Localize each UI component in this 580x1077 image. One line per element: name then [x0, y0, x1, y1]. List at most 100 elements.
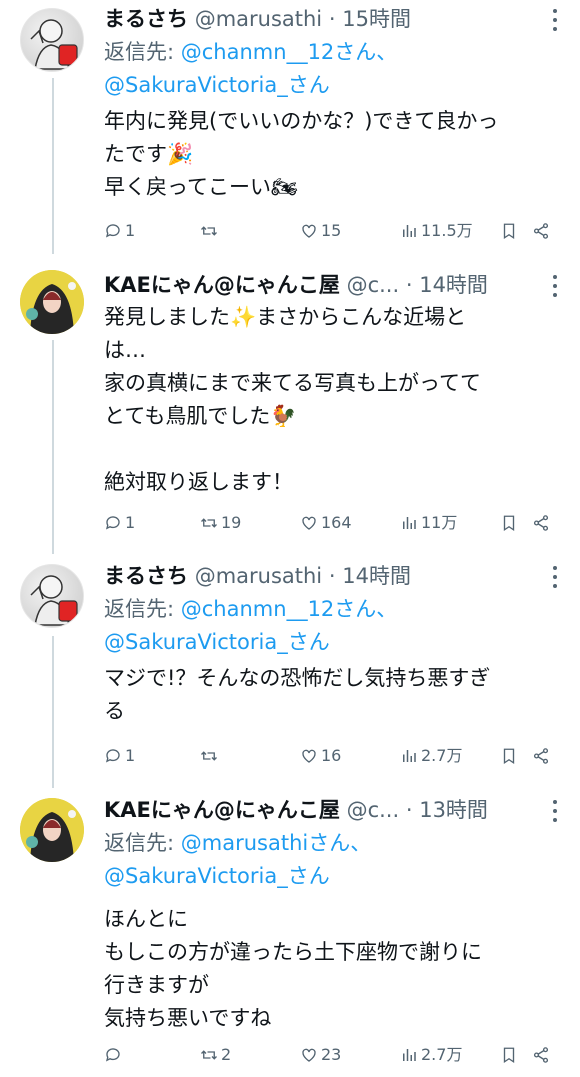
tweet-header: まるさち @marusathi · 14時間	[104, 560, 566, 592]
display-name[interactable]: まるさち	[104, 564, 188, 588]
view-count: 11.5万	[421, 221, 473, 240]
more-options-icon[interactable]	[552, 566, 558, 588]
more-options-icon[interactable]	[552, 275, 558, 297]
retweet-icon	[201, 518, 217, 528]
like-button[interactable]: 23	[300, 1043, 341, 1067]
display-name[interactable]: KAEにゃん@にゃんこ屋	[104, 798, 340, 822]
tweet-text: ほんとに もしこの方が違ったら土下座物で謝りに 行きますが 気持ち悪いですね	[104, 907, 482, 1030]
bookmark-button[interactable]	[500, 744, 518, 768]
tweet-actions: 1 19 164 11万	[104, 511, 564, 535]
views-button[interactable]: 11.5万	[400, 219, 473, 243]
tweet[interactable]: KAEにゃん@にゃんこ屋 @c... · 14時間 発見しました✨まさからこんな…	[0, 266, 580, 552]
tweet-actions: 1 15 11.5万	[104, 219, 564, 243]
views-icon	[403, 517, 416, 529]
timestamp[interactable]: 14時間	[342, 564, 411, 588]
retweet-icon	[201, 226, 217, 236]
retweet-button[interactable]: 2	[200, 1043, 231, 1067]
heart-icon	[302, 224, 316, 238]
bookmark-button[interactable]	[500, 219, 518, 243]
reply-button[interactable]: 1	[104, 219, 135, 243]
mention-link[interactable]: @chanmn__12さん、	[181, 40, 398, 64]
reply-count: 1	[125, 513, 136, 532]
marusathi-avatar-image	[30, 575, 78, 626]
retweet-button[interactable]	[200, 744, 221, 768]
bookmark-button[interactable]	[500, 1043, 518, 1067]
reply-to: 返信先: @chanmn__12さん、 @SakuraVictoria_さん	[104, 593, 566, 659]
separator-dot: ·	[328, 564, 336, 588]
view-count: 2.7万	[421, 746, 463, 765]
mention-link[interactable]: @chanmn__12さん、	[181, 597, 398, 621]
reply-count: 1	[125, 221, 136, 240]
tweet[interactable]: まるさち @marusathi · 14時間 返信先: @chanmn__12さ…	[0, 560, 580, 780]
tweet-header: まるさち @marusathi · 15時間	[104, 3, 566, 35]
timestamp[interactable]: 14時間	[419, 273, 488, 297]
heart-icon	[302, 749, 316, 763]
bookmark-icon	[503, 515, 515, 532]
like-button[interactable]: 15	[300, 219, 341, 243]
display-name[interactable]: KAEにゃん@にゃんこ屋	[104, 273, 340, 297]
share-icon	[533, 515, 549, 531]
timestamp[interactable]: 15時間	[342, 7, 411, 31]
retweet-icon	[201, 1050, 217, 1060]
tweet-actions: 2 23 2.7万	[104, 1043, 564, 1067]
avatar[interactable]	[20, 270, 84, 334]
views-button[interactable]: 2.7万	[400, 1043, 462, 1067]
like-count: 23	[321, 1045, 342, 1064]
reply-button[interactable]: 1	[104, 511, 135, 535]
heart-icon	[302, 1048, 316, 1062]
user-handle[interactable]: @c...	[347, 798, 400, 822]
mention-link[interactable]: @marusathiさん、	[181, 831, 371, 855]
avatar[interactable]	[20, 8, 84, 72]
share-button[interactable]	[532, 744, 550, 768]
tweet-text: 発見しました✨まさからこんな近場と は… 家の真横にまで来てる写真も上がってて …	[104, 305, 481, 494]
separator-dot: ·	[405, 273, 413, 297]
views-button[interactable]: 2.7万	[400, 744, 462, 768]
retweet-icon	[201, 751, 217, 761]
views-icon	[403, 1049, 416, 1061]
kae-avatar-image	[20, 270, 84, 334]
separator-dot: ·	[405, 798, 413, 822]
heart-icon	[302, 516, 316, 530]
views-icon	[403, 225, 416, 237]
view-count: 11万	[421, 513, 458, 532]
separator-dot: ·	[328, 7, 336, 31]
retweet-button[interactable]	[200, 219, 221, 243]
mention-link[interactable]: @SakuraVictoria_さん	[104, 73, 330, 97]
tweet-text: マジで!？そんなの恐怖だし気持ち悪すぎ る	[104, 666, 491, 723]
tweet[interactable]: まるさち @marusathi · 15時間 返信先: @chanmn__12さ…	[0, 0, 580, 260]
avatar[interactable]	[20, 564, 84, 628]
bookmark-icon	[503, 748, 515, 765]
user-handle[interactable]: @marusathi	[195, 564, 322, 588]
user-handle[interactable]: @marusathi	[195, 7, 322, 31]
reply-button[interactable]: 1	[104, 744, 135, 768]
more-options-icon[interactable]	[552, 9, 558, 31]
avatar[interactable]	[20, 798, 84, 862]
timestamp[interactable]: 13時間	[419, 798, 488, 822]
kae-avatar-image	[20, 798, 84, 862]
share-button[interactable]	[532, 511, 550, 535]
tweet-actions: 1 16 2.7万	[104, 744, 564, 768]
bookmark-button[interactable]	[500, 511, 518, 535]
share-icon	[533, 223, 549, 239]
views-icon	[403, 750, 416, 762]
display-name[interactable]: まるさち	[104, 7, 188, 31]
views-button[interactable]: 11万	[400, 511, 457, 535]
more-options-icon[interactable]	[552, 800, 558, 822]
like-count: 16	[321, 746, 342, 765]
tweet[interactable]: KAEにゃん@にゃんこ屋 @c... · 13時間 返信先: @marusath…	[0, 794, 580, 1077]
retweet-button[interactable]: 19	[200, 511, 241, 535]
reply-icon	[105, 749, 120, 763]
like-button[interactable]: 16	[300, 744, 341, 768]
mention-link[interactable]: @SakuraVictoria_さん	[104, 630, 330, 654]
reply-to-label: 返信先:	[104, 597, 181, 621]
share-button[interactable]	[532, 1043, 550, 1067]
tweet-header: KAEにゃん@にゃんこ屋 @c... · 13時間	[104, 794, 566, 826]
tweet-text: 年内に発見(でいいのかな？)できて良かっ たです🎉 早く戻ってこーい🏍	[104, 109, 499, 199]
like-button[interactable]: 164	[300, 511, 352, 535]
reply-button[interactable]	[104, 1043, 125, 1067]
share-button[interactable]	[532, 219, 550, 243]
reply-count: 1	[125, 746, 136, 765]
bookmark-icon	[503, 1047, 515, 1064]
user-handle[interactable]: @c...	[347, 273, 400, 297]
mention-link[interactable]: @SakuraVictoria_さん	[104, 864, 330, 888]
